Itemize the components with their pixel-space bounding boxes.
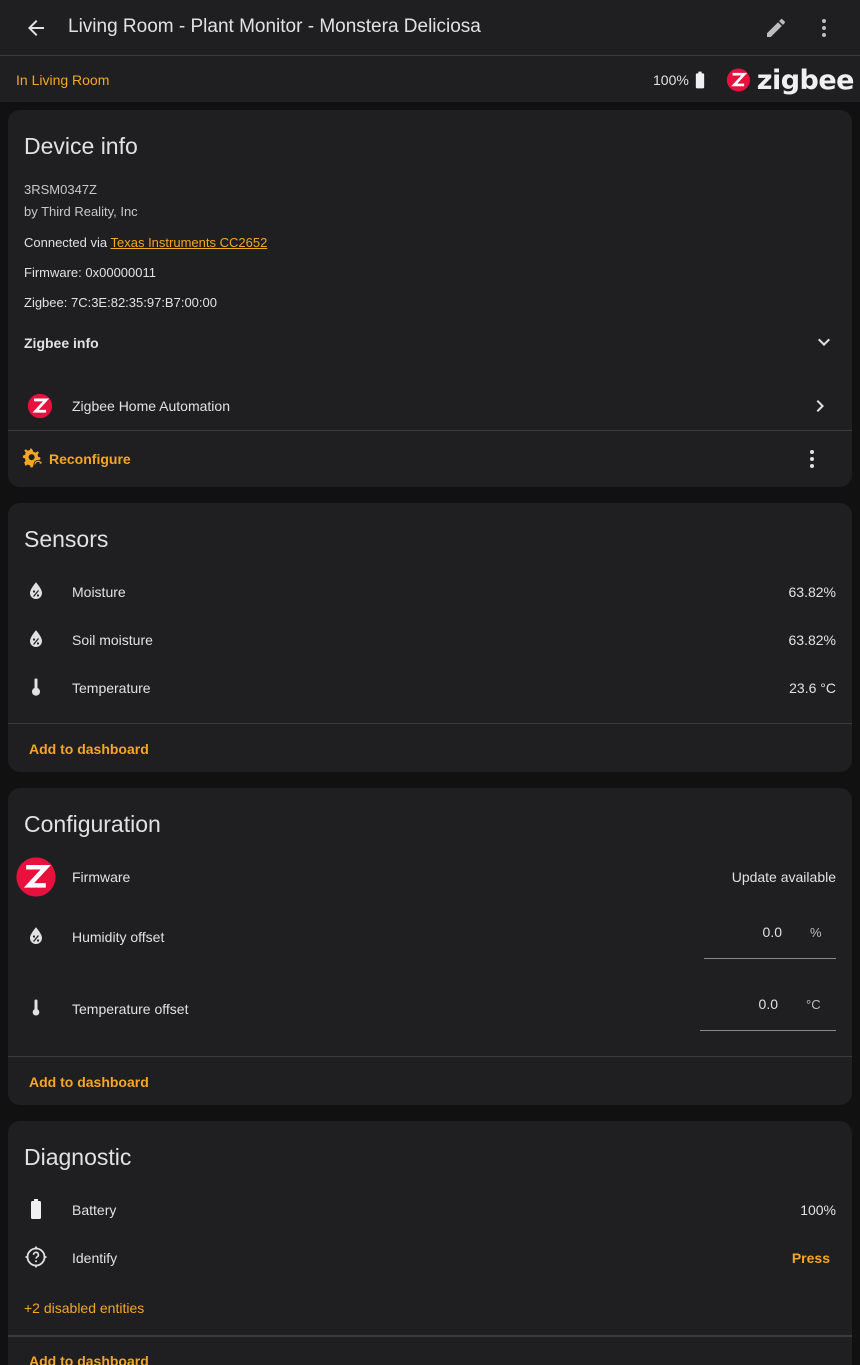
input-underline — [700, 1030, 836, 1031]
battery-level: 100% — [653, 72, 689, 88]
divider — [8, 1335, 852, 1337]
divider — [8, 430, 852, 431]
chevron-down-icon — [818, 338, 830, 346]
humidity-offset-unit: % — [810, 925, 822, 940]
input-underline — [704, 958, 836, 959]
device-header: In Living Room 100% zigbee — [0, 56, 860, 102]
add-to-dashboard-button[interactable]: Add to dashboard — [29, 1074, 149, 1090]
device-manufacturer: by Third Reality, Inc — [24, 204, 138, 219]
battery-row[interactable]: Battery 100% — [8, 1191, 852, 1227]
battery-value: 100% — [800, 1202, 836, 1218]
water-percent-icon — [30, 927, 42, 944]
app-toolbar: Living Room - Plant Monitor - Monstera D… — [0, 0, 860, 56]
sensor-name: Temperature — [72, 680, 151, 696]
humidity-offset-value: 0.0 — [762, 924, 782, 940]
battery-icon — [31, 1199, 41, 1219]
divider — [8, 1056, 852, 1057]
zigbee-icon — [27, 393, 53, 419]
thermometer-icon — [32, 999, 40, 1016]
temperature-offset-label: Temperature offset — [72, 1001, 189, 1017]
connected-via: Connected via Texas Instruments CC2652 — [24, 235, 267, 250]
zigbee-logo: zigbee — [726, 64, 855, 96]
identify-press-button[interactable]: Press — [792, 1250, 830, 1266]
add-to-dashboard-button[interactable]: Add to dashboard — [29, 741, 149, 757]
cog-refresh-icon — [22, 448, 43, 470]
pencil-icon[interactable] — [764, 16, 788, 40]
sensor-name: Moisture — [72, 584, 126, 600]
sensors-title: Sensors — [24, 526, 109, 552]
zigbee-info-label: Zigbee info — [24, 335, 99, 351]
temperature-offset-unit: °C — [806, 997, 821, 1012]
sensor-value: 63.82% — [788, 632, 836, 648]
firmware-status: Update available — [731, 869, 836, 885]
chevron-right-icon — [816, 400, 824, 412]
firmware-row[interactable]: Firmware Update available — [8, 854, 852, 898]
sensor-row-temperature[interactable]: Temperature 23.6 °C — [8, 671, 852, 707]
humidity-offset-input[interactable]: 0.0 % — [704, 912, 836, 960]
back-arrow-icon[interactable] — [24, 16, 48, 40]
page-title: Living Room - Plant Monitor - Monstera D… — [68, 16, 481, 37]
sensors-card: Sensors Moisture 63.82% Soil moisture 63… — [8, 503, 852, 772]
reconfigure-button[interactable]: Reconfigure — [22, 446, 162, 472]
configuration-title: Configuration — [24, 811, 161, 837]
water-percent-icon — [30, 630, 42, 647]
water-percent-icon — [30, 582, 42, 599]
reconfigure-label: Reconfigure — [49, 451, 131, 467]
diagnostic-card: Diagnostic Battery 100% Identify Press +… — [8, 1121, 852, 1365]
device-info-card: Device info 3RSM0347Z by Third Reality, … — [8, 110, 852, 487]
sensor-value: 63.82% — [788, 584, 836, 600]
battery-icon — [695, 71, 705, 89]
disabled-entities-link[interactable]: +2 disabled entities — [24, 1300, 144, 1316]
more-vertical-icon[interactable] — [812, 16, 836, 40]
zigbee-firmware-icon — [16, 857, 56, 897]
divider — [8, 723, 852, 724]
help-circle-outline-icon — [25, 1246, 47, 1268]
temperature-offset-value: 0.0 — [758, 996, 778, 1012]
firmware-label: Firmware — [72, 869, 131, 885]
identify-row: Identify Press — [8, 1239, 852, 1275]
identify-label: Identify — [72, 1250, 118, 1266]
diagnostic-title: Diagnostic — [24, 1144, 132, 1170]
temperature-offset-input[interactable]: 0.0 °C — [700, 984, 836, 1032]
thermometer-icon — [32, 678, 40, 696]
zigbee-wordmark: zigbee — [756, 64, 855, 96]
device-model: 3RSM0347Z — [24, 182, 97, 197]
sensor-value: 23.6 °C — [789, 680, 836, 696]
zigbee-info-expander[interactable]: Zigbee info — [8, 322, 852, 362]
sensor-name: Soil moisture — [72, 632, 153, 648]
sensor-row-soil-moisture[interactable]: Soil moisture 63.82% — [8, 623, 852, 659]
zigbee-ieee: Zigbee: 7C:3E:82:35:97:B7:00:00 — [24, 295, 217, 310]
zigbee-logo-icon — [726, 68, 750, 92]
integration-row[interactable]: Zigbee Home Automation — [8, 388, 852, 428]
more-vertical-icon[interactable] — [800, 447, 824, 471]
coordinator-link[interactable]: Texas Instruments CC2652 — [111, 235, 268, 250]
area-link[interactable]: In Living Room — [16, 72, 109, 88]
battery-label: Battery — [72, 1202, 117, 1218]
add-to-dashboard-button[interactable]: Add to dashboard — [29, 1353, 149, 1365]
device-info-title: Device info — [24, 133, 138, 159]
integration-name: Zigbee Home Automation — [72, 398, 230, 414]
humidity-offset-label: Humidity offset — [72, 929, 165, 945]
sensor-row-moisture[interactable]: Moisture 63.82% — [8, 575, 852, 611]
connected-via-label: Connected via — [24, 235, 111, 250]
firmware-info: Firmware: 0x00000011 — [24, 265, 156, 280]
configuration-card: Configuration Firmware Update available … — [8, 788, 852, 1105]
